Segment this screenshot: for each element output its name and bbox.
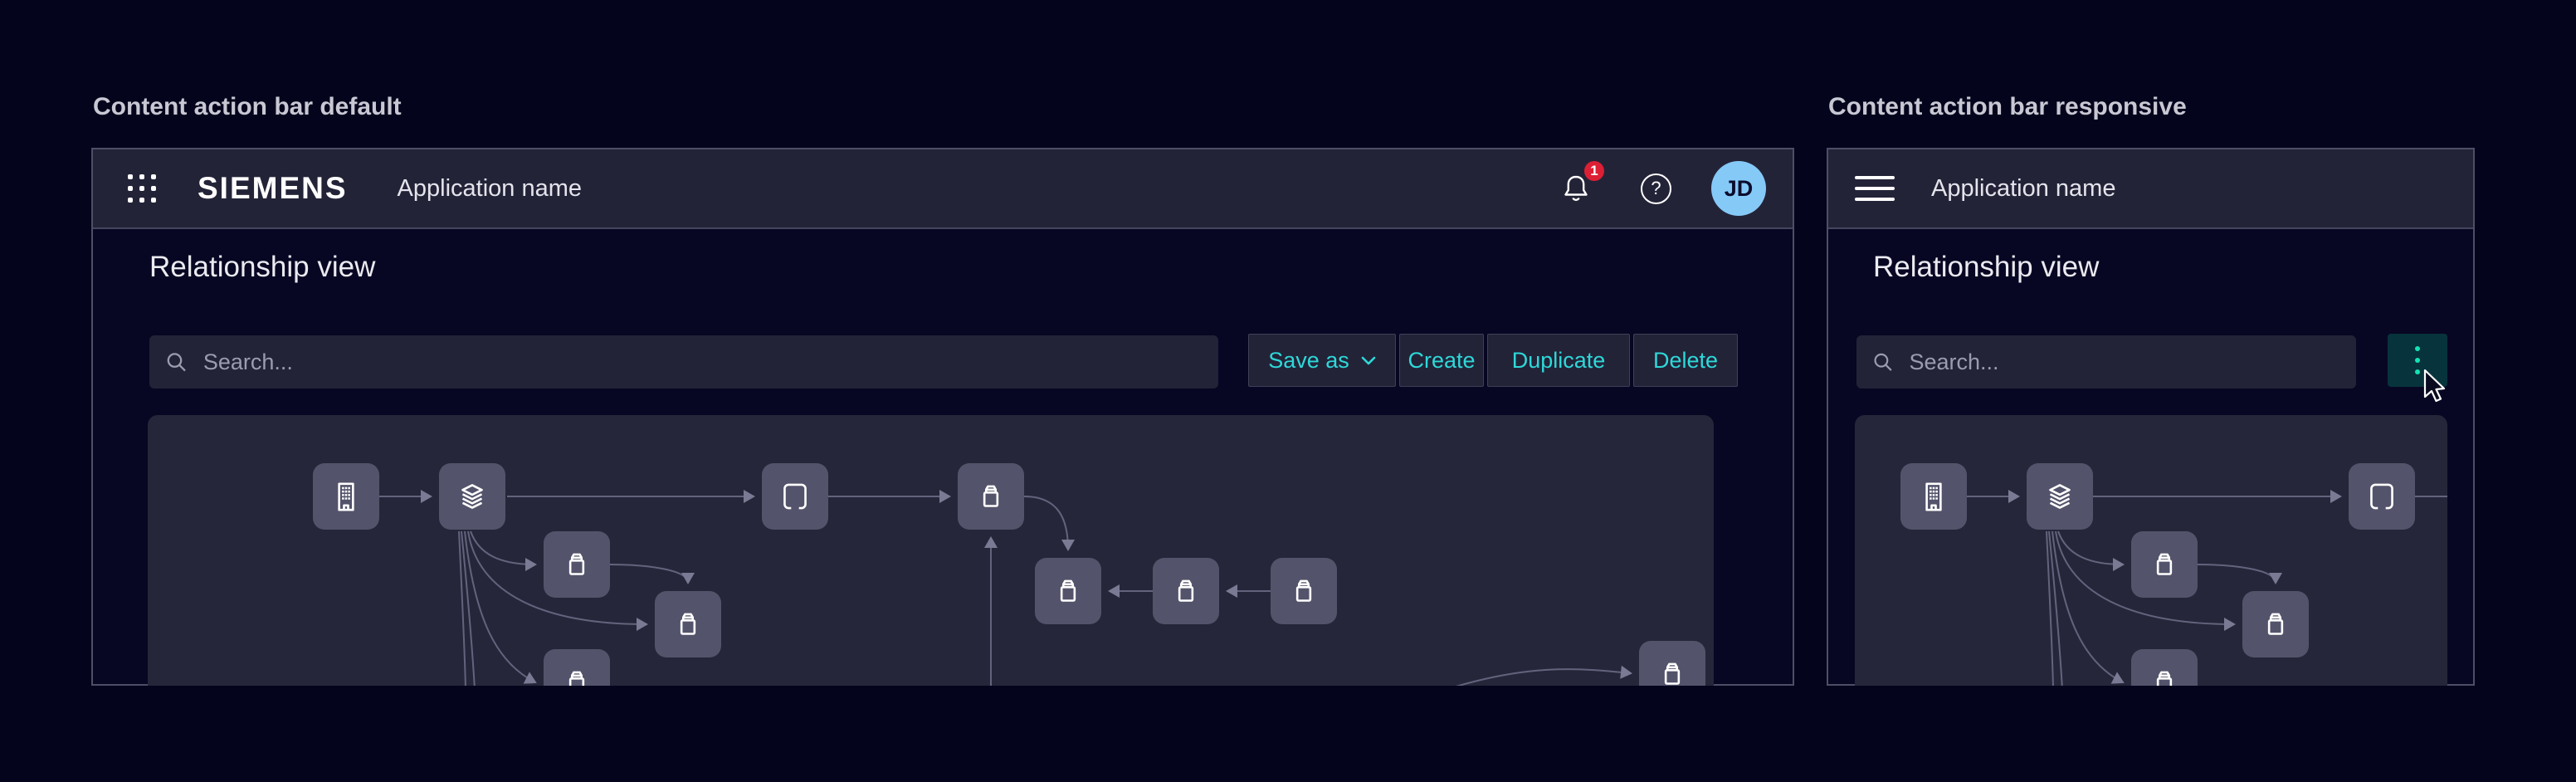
container-icon <box>2145 545 2183 584</box>
user-avatar[interactable]: JD <box>1711 161 1766 216</box>
diagram-node-container[interactable] <box>1153 558 1219 624</box>
siemens-logo: SIEMENS <box>198 171 348 206</box>
create-button[interactable]: Create <box>1399 334 1484 387</box>
application-name-responsive: Application name <box>1931 175 2115 203</box>
layers-icon <box>453 477 491 516</box>
notification-bell-button[interactable]: 1 <box>1559 171 1593 206</box>
building-icon <box>1915 477 1953 516</box>
kebab-icon <box>2415 346 2420 374</box>
section-title-default: Content action bar default <box>93 93 402 121</box>
container-icon <box>1653 655 1691 686</box>
relationship-diagram <box>148 415 1714 686</box>
building-icon <box>327 477 365 516</box>
menu-button[interactable] <box>1855 176 1895 201</box>
diagram-node-container[interactable] <box>2242 591 2309 657</box>
search-field-responsive[interactable] <box>1856 335 2356 389</box>
diagram-node-frame[interactable] <box>2349 463 2415 530</box>
page-title-responsive: Relationship view <box>1873 251 2099 284</box>
help-button[interactable]: ? <box>1641 174 1671 204</box>
container-icon <box>669 605 707 643</box>
search-input-responsive[interactable] <box>1907 349 2341 376</box>
diagram-node-container[interactable] <box>1639 641 1705 686</box>
search-icon <box>164 349 188 374</box>
application-header-responsive: Application name <box>1828 149 2473 229</box>
container-icon <box>1167 572 1205 610</box>
frame-icon <box>2363 477 2401 516</box>
page: Content action bar default SIEMENS Appli… <box>0 0 2576 782</box>
page-title: Relationship view <box>149 251 375 284</box>
frame-icon <box>776 477 814 516</box>
search-field[interactable] <box>149 335 1218 389</box>
diagram-node-container[interactable] <box>655 591 721 657</box>
diagram-node-container[interactable] <box>1271 558 1337 624</box>
diagram-node-layers[interactable] <box>2027 463 2093 530</box>
diagram-node-frame[interactable] <box>762 463 828 530</box>
diagram-node-building[interactable] <box>313 463 379 530</box>
diagram-node-container[interactable] <box>958 463 1024 530</box>
container-icon <box>558 545 596 584</box>
save-as-button[interactable]: Save as <box>1248 334 1396 387</box>
container-icon <box>2145 663 2183 686</box>
layers-icon <box>2041 477 2079 516</box>
diagram-node-container[interactable] <box>2131 531 2198 598</box>
search-input[interactable] <box>202 349 1203 376</box>
container-icon <box>2256 605 2295 643</box>
diagram-node-layers[interactable] <box>439 463 505 530</box>
notification-badge: 1 <box>1584 161 1604 181</box>
diagram-node-building[interactable] <box>1900 463 1967 530</box>
diagram-node-container[interactable] <box>2131 649 2198 686</box>
container-icon <box>558 663 596 686</box>
container-icon <box>1049 572 1087 610</box>
container-icon <box>1285 572 1323 610</box>
diagram-node-container[interactable] <box>544 649 610 686</box>
mouse-cursor <box>2423 369 2447 403</box>
delete-button[interactable]: Delete <box>1633 334 1738 387</box>
hamburger-icon <box>1855 176 1895 201</box>
section-title-responsive: Content action bar responsive <box>1828 93 2187 121</box>
relationship-diagram-responsive <box>1855 415 2447 686</box>
chevron-down-icon <box>1361 356 1376 365</box>
duplicate-button[interactable]: Duplicate <box>1487 334 1630 387</box>
application-name: Application name <box>398 175 582 203</box>
diagram-node-container[interactable] <box>544 531 610 598</box>
diagram-edges <box>148 415 1714 686</box>
search-icon <box>1871 349 1894 374</box>
diagram-node-container[interactable] <box>1035 558 1101 624</box>
application-header: SIEMENS Application name 1 ? JD <box>93 149 1793 229</box>
container-icon <box>972 477 1010 516</box>
question-mark-icon: ? <box>1641 174 1671 204</box>
app-launcher-icon[interactable] <box>128 174 156 203</box>
